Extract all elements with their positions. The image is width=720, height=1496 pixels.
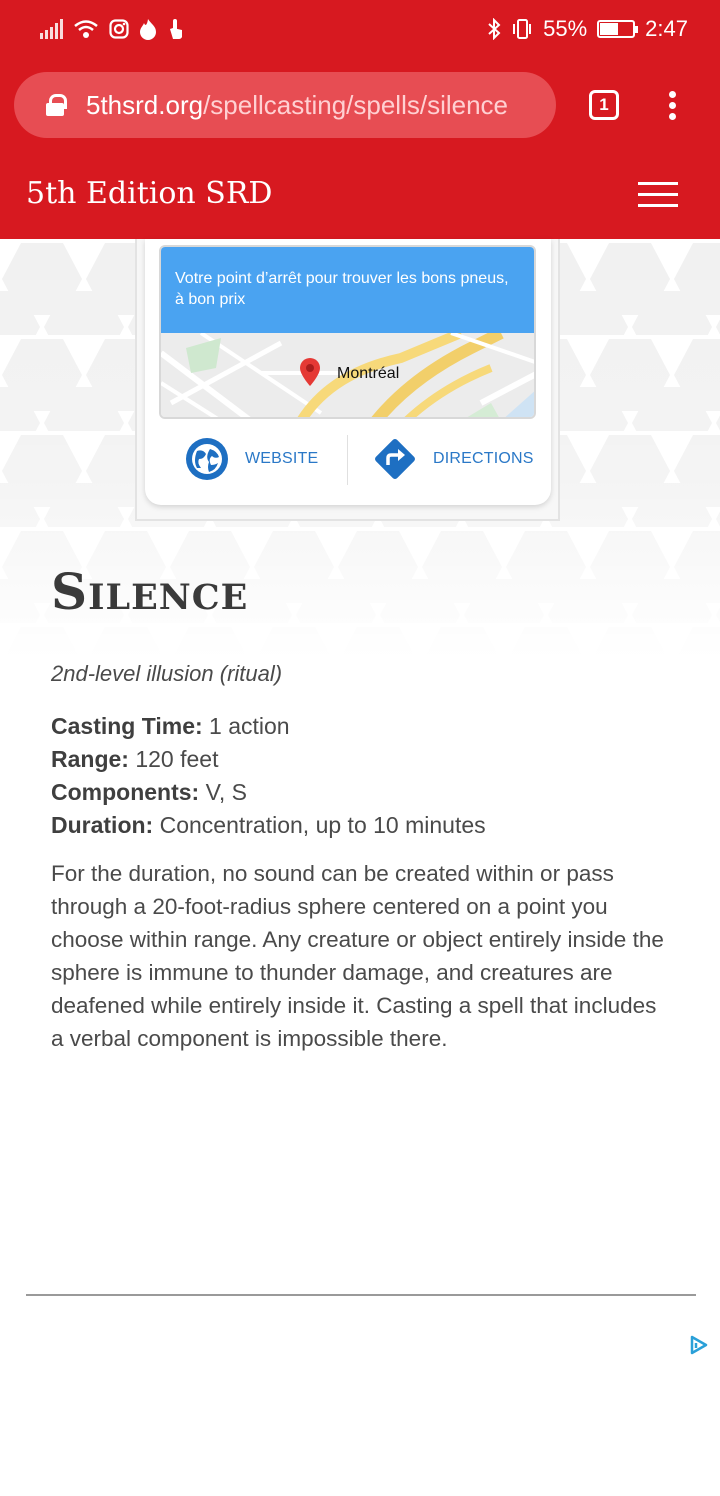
tinder-icon [140, 19, 156, 40]
casting-time-label: Casting Time: [51, 713, 203, 739]
url-path: /spellcasting/spells/silence [203, 89, 509, 120]
ad-card[interactable]: Votre point d’arrêt pour trouver les bon… [145, 239, 551, 505]
range-row: Range: 120 feet [51, 743, 486, 776]
globe-icon [186, 438, 228, 480]
map-location-label: Montréal [337, 365, 400, 382]
spell-properties: Casting Time: 1 action Range: 120 feet C… [51, 710, 486, 842]
ad-actions: WEBSITE DIRECTIONS [145, 429, 551, 489]
battery-icon [597, 20, 639, 38]
bluetooth-icon [488, 18, 501, 40]
directions-label: DIRECTIONS [433, 450, 534, 467]
spell-title: Silence [51, 562, 249, 621]
directions-button[interactable]: DIRECTIONS [373, 437, 534, 481]
range-value: 120 feet [128, 746, 219, 772]
components-label: Components: [51, 779, 200, 805]
wifi-icon [74, 20, 98, 38]
ad-map[interactable]: Montréal [161, 333, 534, 417]
spell-description: For the duration, no sound can be create… [51, 861, 664, 1051]
tab-switcher-button[interactable]: 1 [589, 90, 619, 120]
instagram-icon [109, 19, 129, 39]
website-button[interactable]: WEBSITE [185, 437, 318, 481]
range-label: Range: [51, 746, 129, 772]
content-divider [26, 1294, 696, 1296]
site-header: 5th Edition SRD [0, 154, 720, 239]
site-title[interactable]: 5th Edition SRD [26, 176, 272, 211]
casting-time-value: 1 action [202, 713, 290, 739]
browser-menu-icon[interactable] [667, 91, 677, 121]
lock-icon [46, 94, 67, 116]
components-value: V, S [199, 779, 247, 805]
casting-time-row: Casting Time: 1 action [51, 710, 486, 743]
clock: 2:47 [645, 16, 688, 41]
website-label: WEBSITE [245, 450, 319, 467]
signal-icon [40, 19, 63, 39]
ad-actions-divider [347, 435, 348, 485]
adchoices-icon[interactable] [688, 1334, 710, 1356]
ad-banner-text[interactable]: Votre point d’arrêt pour trouver les bon… [161, 247, 534, 333]
battery-percent: 55% [543, 16, 588, 41]
duration-value: Concentration, up to 10 minutes [153, 812, 486, 838]
vibrate-icon [513, 19, 532, 39]
status-bar: 55% 2:47 [0, 0, 720, 58]
map-pin-icon [300, 358, 320, 386]
duration-label: Duration: [51, 812, 154, 838]
touch-icon [170, 19, 182, 39]
browser-toolbar: 5thsrd.org/spellcasting/spells/silence 1 [0, 58, 720, 154]
address-bar[interactable]: 5thsrd.org/spellcasting/spells/silence [14, 72, 556, 138]
components-row: Components: V, S [51, 776, 486, 809]
spell-subtitle: 2nd-level illusion (ritual) [51, 661, 283, 686]
hamburger-menu-icon[interactable] [638, 182, 678, 208]
ad-map-box[interactable]: Votre point d’arrêt pour trouver les bon… [159, 245, 536, 419]
duration-row: Duration: Concentration, up to 10 minute… [51, 809, 486, 842]
directions-icon [375, 439, 415, 479]
url-host: 5thsrd.org [86, 89, 204, 120]
